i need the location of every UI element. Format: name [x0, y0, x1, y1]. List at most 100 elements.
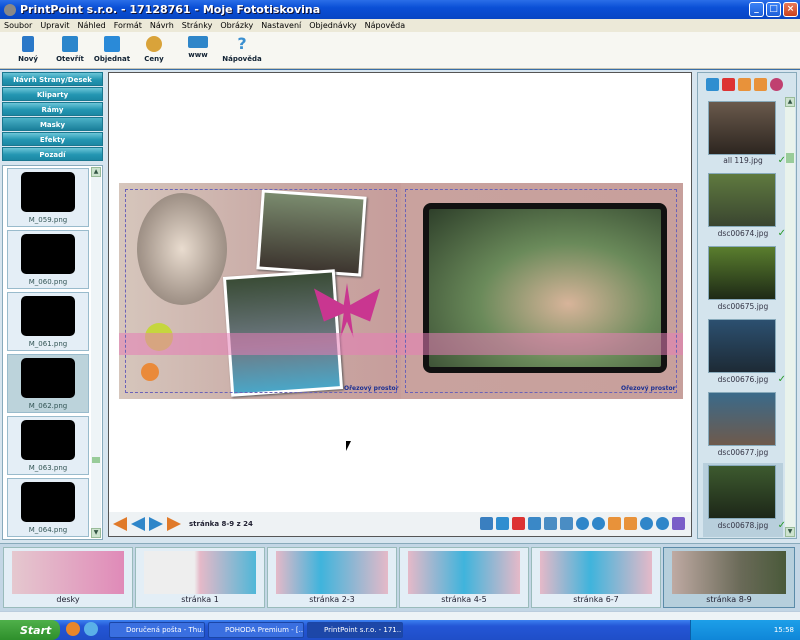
firefox-icon[interactable]	[66, 622, 80, 636]
page-thumbnail[interactable]: stránka 6-7	[531, 547, 661, 608]
menu-napoveda[interactable]: Nápověda	[361, 19, 410, 32]
cart-icon	[104, 36, 120, 52]
category-kliparty[interactable]: Kliparty	[2, 87, 103, 101]
open-book-icon	[62, 36, 78, 52]
scroll-thumb[interactable]	[92, 457, 100, 463]
mask-item[interactable]: M_064.png	[7, 478, 89, 537]
scroll-down-button[interactable]: ▼	[785, 527, 795, 537]
prices-button[interactable]: Ceny	[134, 32, 174, 68]
menu-nahled[interactable]: Náhled	[74, 19, 110, 32]
new-button[interactable]: Nový	[8, 32, 48, 68]
photo-label: dsc00677.jpg	[717, 448, 769, 457]
prev-page-icon[interactable]	[131, 517, 145, 531]
mask-thumbnail	[23, 422, 73, 458]
text-icon[interactable]	[672, 517, 685, 530]
page-thumbnail[interactable]: desky	[3, 547, 133, 608]
rotate-right-icon[interactable]	[656, 517, 669, 530]
category-masky[interactable]: Masky	[2, 117, 103, 131]
photo-thumbnail[interactable]	[708, 101, 776, 155]
fit-page-icon[interactable]	[608, 517, 621, 530]
menu-objednavky[interactable]: Objednávky	[305, 19, 360, 32]
mask-item[interactable]: M_061.png	[7, 292, 89, 351]
menu-navrh[interactable]: Návrh	[146, 19, 178, 32]
scroll-down-button[interactable]: ▼	[91, 528, 101, 538]
minimize-button[interactable]: _	[749, 2, 764, 17]
help-icon: ?	[237, 34, 247, 53]
crop-guide-right	[405, 189, 677, 393]
delete-icon[interactable]	[512, 517, 525, 530]
menu-nastaveni[interactable]: Nastavení	[257, 19, 305, 32]
page-thumbnail-strip: desky stránka 1 stránka 2-3 stránka 4-5 …	[0, 543, 800, 611]
mouse-cursor	[346, 441, 351, 451]
mask-list: M_059.png M_060.png M_061.png M_062.png …	[2, 165, 103, 540]
page-thumbnail[interactable]: stránka 8-9	[663, 547, 795, 608]
mask-item[interactable]: M_063.png	[7, 416, 89, 475]
page-icon[interactable]	[528, 517, 541, 530]
remove-photo-icon[interactable]	[722, 77, 735, 91]
zoom-in-icon[interactable]	[576, 517, 589, 530]
photo-thumbnail[interactable]	[708, 392, 776, 446]
tools-icon[interactable]	[480, 517, 493, 530]
category-navrh[interactable]: Návrh Strany/Desek	[2, 72, 103, 86]
page-thumbnail[interactable]: stránka 1	[135, 547, 265, 608]
photo-panel-scrollbar[interactable]: ▲ ▼	[785, 97, 795, 537]
photo-thumbnail[interactable]	[708, 465, 776, 519]
view-icon[interactable]	[770, 77, 783, 91]
mask-thumbnail	[23, 484, 73, 520]
scroll-up-button[interactable]: ▲	[785, 97, 795, 107]
next-page-icon[interactable]	[149, 517, 163, 531]
mask-list-scrollbar[interactable]: ▲ ▼	[91, 167, 101, 538]
taskbar-item-thunderbird[interactable]: Doručená pošta - Thu...	[109, 622, 205, 638]
mask-item[interactable]: M_062.png	[7, 354, 89, 413]
category-ramy[interactable]: Rámy	[2, 102, 103, 116]
fit-width-icon[interactable]	[624, 517, 637, 530]
export-icon[interactable]	[754, 77, 767, 91]
menu-format[interactable]: Formát	[110, 19, 146, 32]
photo-thumbnail[interactable]	[708, 246, 776, 300]
app-icon	[4, 3, 16, 16]
page-navigation-bar: stránka 8-9 z 24	[109, 512, 691, 536]
photo-label: dsc00674.jpg	[717, 229, 769, 238]
menu-stranky[interactable]: Stránky	[178, 19, 217, 32]
add-icon[interactable]	[496, 517, 509, 530]
align-right-icon[interactable]	[560, 517, 573, 530]
page-thumbnail[interactable]: stránka 2-3	[267, 547, 397, 608]
strip-scrollbar[interactable]	[0, 611, 800, 620]
ie-icon[interactable]	[84, 622, 98, 636]
mask-item[interactable]: M_059.png	[7, 168, 89, 227]
taskbar-item-printpoint[interactable]: PrintPoint s.r.o. - 171...	[307, 622, 403, 638]
open-button[interactable]: Otevřít	[50, 32, 90, 68]
category-efekty[interactable]: Efekty	[2, 132, 103, 146]
canvas-tools	[480, 517, 685, 530]
page-spread[interactable]: Ořezový prostor Ořezový prostor	[119, 183, 683, 399]
toolbar: Nový Otevřít Objednat Ceny www ? Nápověda	[0, 32, 800, 69]
taskbar-item-pohoda[interactable]: POHODA Premium - [...	[208, 622, 304, 638]
add-photo-icon[interactable]	[706, 77, 719, 91]
help-button[interactable]: ? Nápověda	[222, 32, 262, 68]
zoom-out-icon[interactable]	[592, 517, 605, 530]
scroll-thumb[interactable]	[786, 153, 794, 163]
www-button[interactable]: www	[178, 32, 218, 68]
order-button[interactable]: Objednat	[92, 32, 132, 68]
last-page-icon[interactable]	[167, 517, 181, 531]
category-pozadi[interactable]: Pozadí	[2, 147, 103, 161]
menu-upravit[interactable]: Upravit	[36, 19, 73, 32]
mask-thumbnail	[23, 174, 73, 210]
photo-thumbnail[interactable]	[708, 173, 776, 227]
import-icon[interactable]	[738, 77, 751, 91]
scroll-up-button[interactable]: ▲	[91, 167, 101, 177]
menu-soubor[interactable]: Soubor	[0, 19, 36, 32]
menu-obrazky[interactable]: Obrázky	[216, 19, 257, 32]
page-thumbnail[interactable]: stránka 4-5	[399, 547, 529, 608]
photo-thumbnail[interactable]	[708, 319, 776, 373]
rotate-left-icon[interactable]	[640, 517, 653, 530]
photo-panel: all 119.jpg ✓ dsc00674.jpg ✓ dsc00675.jp…	[697, 72, 797, 539]
coins-icon	[146, 36, 162, 52]
maximize-button[interactable]: □	[766, 2, 781, 17]
start-button[interactable]: Start	[0, 620, 60, 640]
close-button[interactable]: ×	[783, 2, 798, 17]
mask-item[interactable]: M_060.png	[7, 230, 89, 289]
align-left-icon[interactable]	[544, 517, 557, 530]
first-page-icon[interactable]	[113, 517, 127, 531]
photo-panel-toolbar	[698, 73, 796, 95]
